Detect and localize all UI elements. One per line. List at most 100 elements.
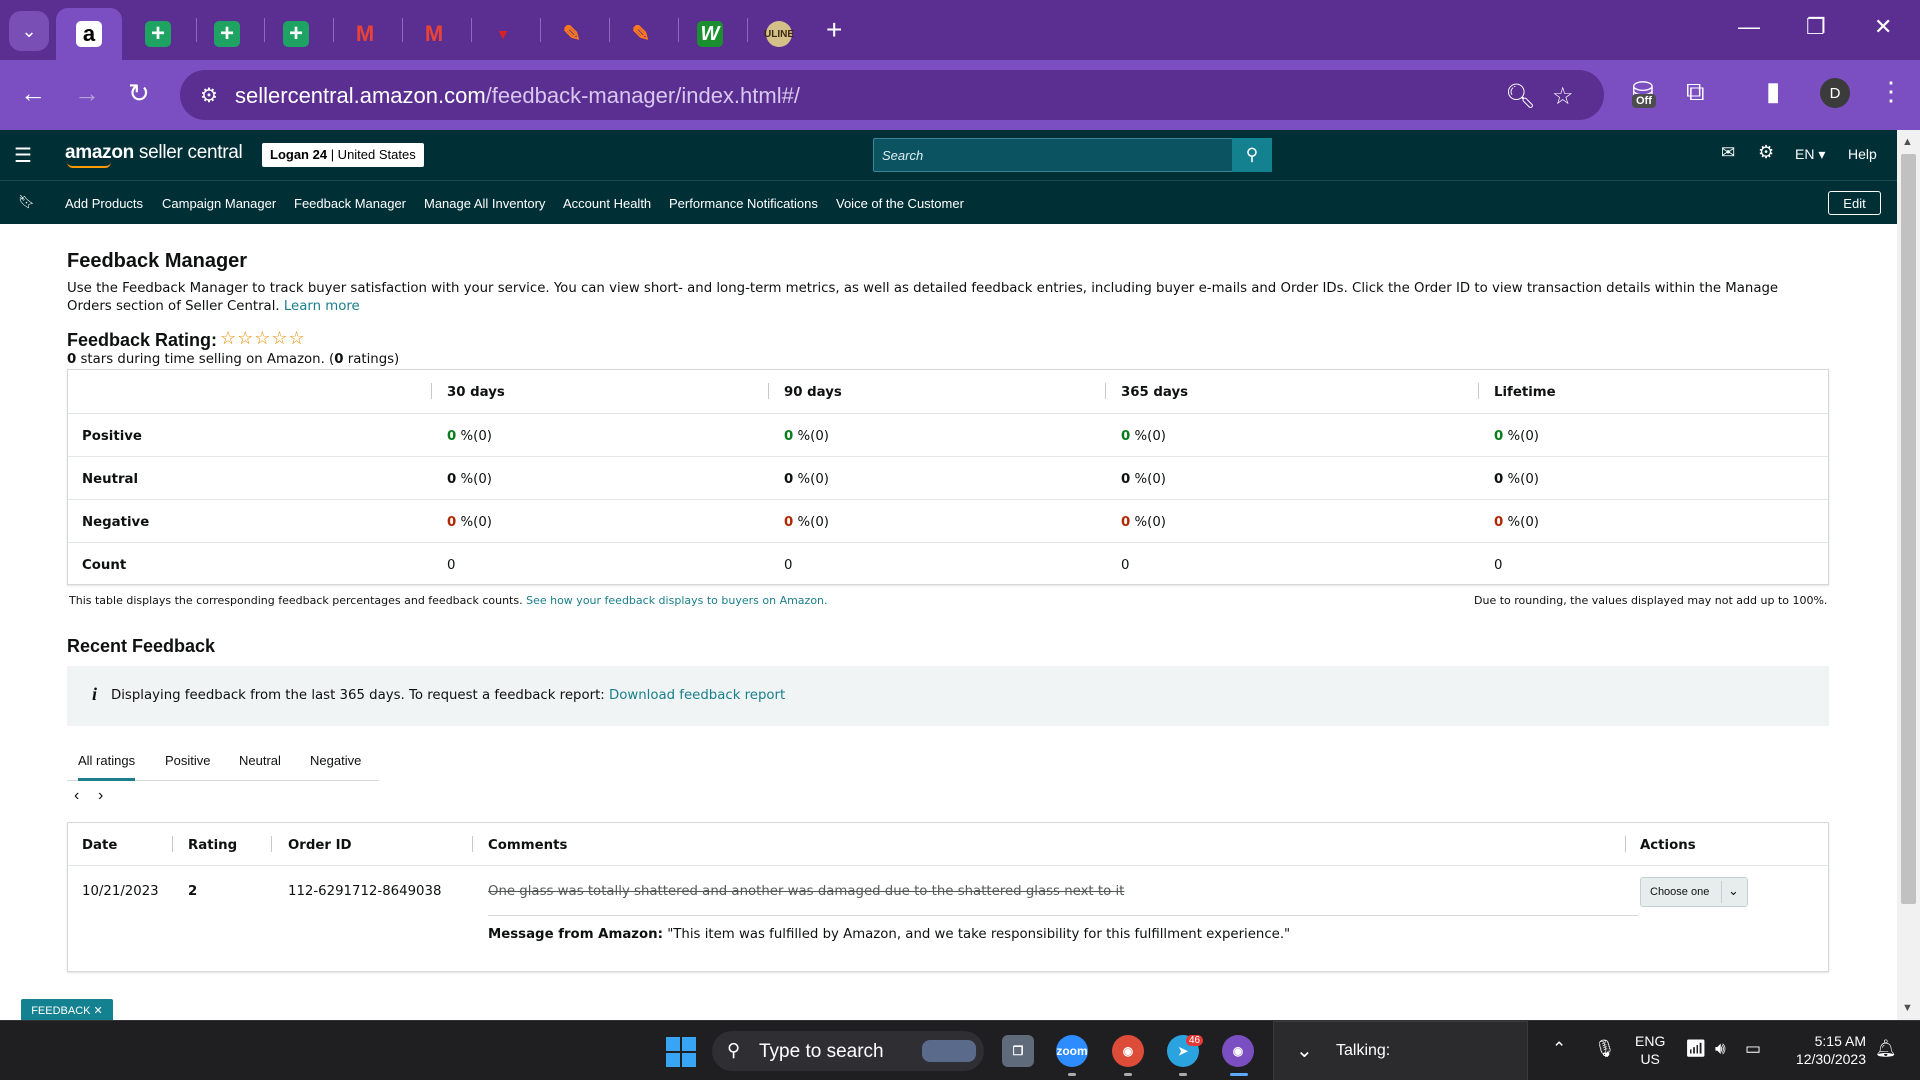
close-window-button[interactable]: ✕ (1874, 14, 1892, 40)
microphone-icon[interactable]: 🎙︎ (1594, 1039, 1616, 1059)
wifi-icon[interactable]: 📶︎ (1685, 1039, 1707, 1059)
comment-divider (488, 915, 1638, 916)
sheets-icon: + (283, 20, 309, 47)
tab-gmail-2[interactable]: M (401, 8, 467, 60)
profile-avatar[interactable]: D (1820, 78, 1850, 108)
tab-red-site[interactable]: ▼ (470, 8, 536, 60)
uline-icon: ULINE (764, 21, 794, 47)
download-feedback-report-link[interactable]: Download feedback report (609, 688, 785, 703)
mail-icon[interactable]: ✉ (1721, 143, 1735, 163)
nav-voice-of-the-customer[interactable]: Voice of the Customer (836, 196, 964, 211)
tab-all-ratings[interactable]: All ratings (78, 753, 136, 781)
nav-manage-all-inventory[interactable]: Manage All Inventory (424, 196, 545, 211)
settings-gear-icon[interactable]: ⚙ (1758, 142, 1774, 163)
metric-percent: %(0) (1130, 515, 1166, 530)
nav-performance-notifications[interactable]: Performance Notifications (669, 196, 818, 211)
edit-nav-button[interactable]: Edit (1828, 191, 1881, 215)
tab-w[interactable]: W (677, 8, 743, 60)
col-rating: Rating (188, 838, 238, 853)
back-button[interactable]: ← (20, 78, 46, 109)
notification-bell-icon[interactable]: 🔔︎ (1875, 1039, 1897, 1059)
running-indicator (1179, 1073, 1187, 1076)
col-comments: Comments (488, 838, 568, 853)
tab-uline[interactable]: ULINE (746, 8, 812, 60)
tab-amazon[interactable]: a (56, 8, 122, 60)
metrics-col-30-days: 30 days (447, 385, 505, 400)
pager-next-button[interactable]: › (98, 787, 103, 805)
windows-start-icon[interactable] (666, 1037, 696, 1067)
column-divider (1478, 383, 1479, 399)
tab-sheets-3[interactable]: + (263, 8, 329, 60)
seller-central-logo[interactable]: amazon seller central (65, 142, 243, 168)
battery-icon[interactable]: ▭ (1745, 1039, 1761, 1059)
tab-neutral[interactable]: Neutral (239, 753, 281, 768)
action-dropdown[interactable]: Choose one ⌄ (1640, 877, 1748, 907)
help-link[interactable]: Help (1848, 146, 1877, 162)
search-input[interactable]: Search (873, 138, 1233, 172)
search-button[interactable]: ⚲ (1232, 138, 1272, 172)
chrome-app-icon[interactable]: ◉ (1112, 1035, 1144, 1067)
tab-pen-1[interactable]: ✎ (539, 8, 605, 60)
address-bar[interactable]: ⚙ sellercentral.amazon.com/feedback-mana… (180, 70, 1604, 120)
system-clock[interactable]: 5:15 AM 12/30/2023 (1786, 1032, 1866, 1068)
search-placeholder: Search (882, 148, 924, 163)
metric-cell: 0 %(0) (784, 515, 829, 530)
tab-sheets-2[interactable]: + (194, 8, 260, 60)
metric-cell: 0 %(0) (784, 472, 829, 487)
extensions-puzzle-icon[interactable]: ⧉ (1686, 76, 1705, 108)
scrollbar-thumb[interactable] (1901, 154, 1916, 904)
reload-button[interactable]: ↻ (128, 78, 150, 109)
url-text[interactable]: sellercentral.amazon.com/feedback-manage… (235, 83, 800, 109)
main-content: Feedback Manager Use the Feedback Manage… (0, 224, 1897, 1020)
tab-search-button[interactable]: ⌄ (9, 11, 49, 51)
feedback-widget-tab[interactable]: FEEDBACK ✕ (21, 999, 113, 1020)
nav-feedback-manager[interactable]: Feedback Manager (294, 196, 406, 211)
language-selector[interactable]: EN ▾ (1795, 146, 1825, 163)
metric-cell: 0 %(0) (447, 429, 492, 444)
hamburger-menu-icon[interactable]: ☰ (14, 143, 32, 168)
bookmark-icon[interactable]: 🔖︎ (18, 194, 35, 210)
volume-icon[interactable]: 🔊︎ (1715, 1039, 1726, 1059)
task-view-icon[interactable]: ❐ (1002, 1035, 1034, 1067)
new-tab-button[interactable]: + (826, 14, 842, 46)
tab-pen-2[interactable]: ✎ (608, 8, 674, 60)
metric-value: 0 (1121, 515, 1131, 530)
nav-add-products[interactable]: Add Products (65, 196, 143, 211)
restore-button[interactable]: ❐ (1806, 14, 1826, 40)
metrics-row-negative: Negative 0 %(0) 0 %(0) 0 %(0) 0 %(0) (68, 499, 1828, 542)
metrics-row-neutral: Neutral 0 %(0) 0 %(0) 0 %(0) 0 %(0) (68, 456, 1828, 499)
taskbar-search[interactable]: ⚲ Type to search (712, 1031, 984, 1071)
scroll-down-arrow-icon[interactable]: ▼ (1902, 1002, 1913, 1014)
bookmark-star-icon[interactable]: ☆ (1552, 82, 1574, 111)
learn-more-link[interactable]: Learn more (284, 299, 360, 314)
chrome-profile-app-icon[interactable]: ◉ (1222, 1035, 1254, 1067)
tab-positive[interactable]: Positive (165, 753, 211, 768)
pager-prev-button[interactable]: ‹ (74, 787, 79, 805)
nav-campaign-manager[interactable]: Campaign Manager (162, 196, 276, 211)
lang-line-1: ENG (1635, 1033, 1666, 1049)
order-id-link[interactable]: 112-6291712-8649038 (288, 884, 441, 899)
tab-sheets-1[interactable]: + (125, 8, 191, 60)
tray-overflow-chevron-icon[interactable]: ⌃ (1552, 1039, 1566, 1059)
tab-negative[interactable]: Negative (310, 753, 361, 768)
site-settings-icon[interactable]: ⚙ (200, 83, 218, 108)
talking-widget[interactable]: ⌄ Talking: (1273, 1021, 1528, 1080)
zoom-app-icon[interactable]: zoom (1056, 1035, 1088, 1067)
zoom-icon[interactable]: 🔍︎ (1505, 82, 1535, 111)
col-date: Date (82, 838, 118, 853)
scroll-up-arrow-icon[interactable]: ▲ (1902, 136, 1913, 148)
see-how-feedback-displays-link[interactable]: See how your feedback displays to buyers… (526, 594, 827, 607)
input-language[interactable]: ENG US (1635, 1032, 1665, 1068)
metric-value: 0 (1494, 472, 1504, 487)
more-menu-icon[interactable]: ⋮ (1878, 76, 1904, 107)
logo-seller-central-text: seller central (133, 142, 243, 163)
nav-account-health[interactable]: Account Health (563, 196, 651, 211)
metric-value: 0 (447, 429, 457, 444)
page-scrollbar[interactable]: ▲ ▼ (1897, 130, 1920, 1020)
side-panel-icon[interactable]: ▮ (1766, 76, 1780, 107)
account-switcher[interactable]: Logan 24 | United States (262, 143, 424, 167)
tab-gmail-1[interactable]: M (332, 8, 398, 60)
minimize-button[interactable]: — (1738, 14, 1760, 40)
forward-button[interactable]: → (74, 78, 100, 109)
amazon-icon: a (76, 21, 102, 47)
